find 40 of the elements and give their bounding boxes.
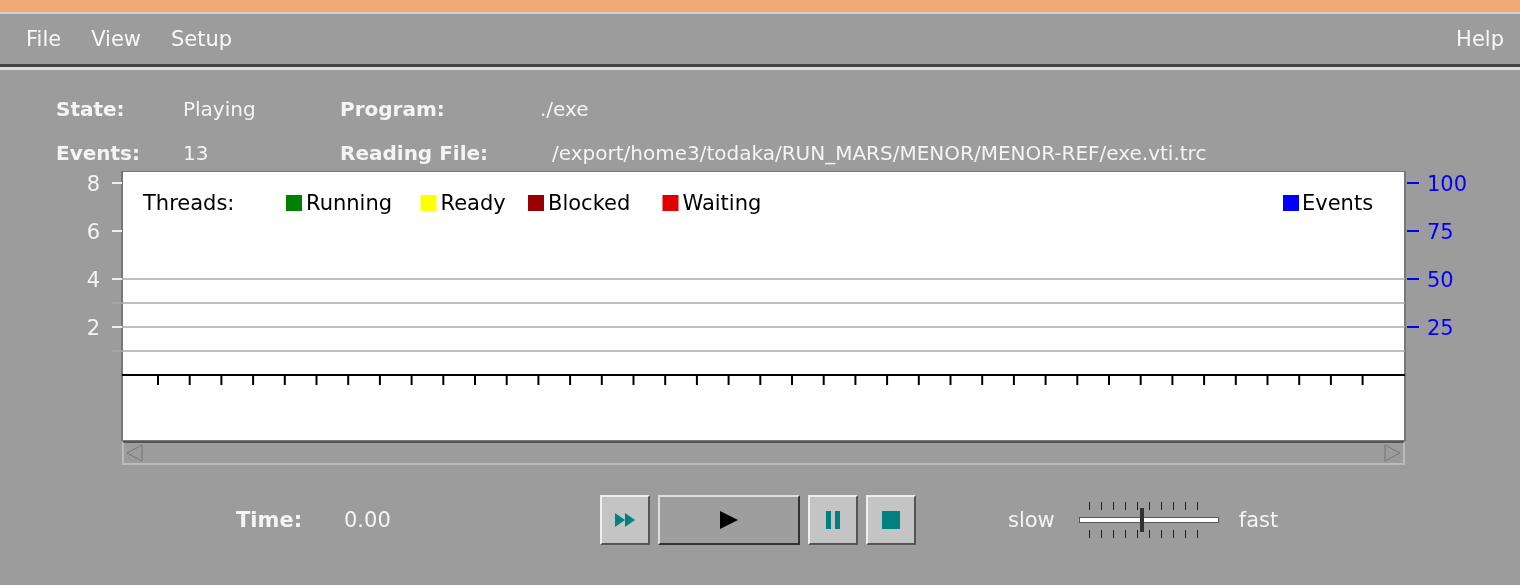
slider-thumb[interactable] xyxy=(1139,508,1144,532)
axis-tick-label: 8 xyxy=(86,172,100,196)
stop-icon xyxy=(882,511,900,529)
legend-label: Ready xyxy=(440,191,506,215)
menu-item[interactable]: Setup xyxy=(171,27,233,51)
field-label: Events: xyxy=(56,141,141,165)
speed-slider[interactable] xyxy=(1078,502,1219,538)
axis-tick-label: 6 xyxy=(86,220,100,244)
field-value: 13 xyxy=(183,141,210,165)
field-value: Playing xyxy=(183,97,257,121)
menu-item[interactable]: View xyxy=(91,27,141,51)
play-button[interactable] xyxy=(658,495,800,545)
field-label: Program: xyxy=(340,97,446,121)
fast-forward-icon xyxy=(614,512,636,528)
field-value: ./exe xyxy=(540,97,590,121)
slider-max-label: fast xyxy=(1238,508,1279,532)
pause-icon xyxy=(825,511,841,529)
axis-tick-label: 100 xyxy=(1427,172,1468,196)
axis-tick-label: 2 xyxy=(86,316,100,340)
stop-button[interactable] xyxy=(866,495,916,545)
legend-title: Threads: xyxy=(143,191,235,215)
field-label: State: xyxy=(56,97,126,121)
menu-item[interactable]: File xyxy=(26,27,62,51)
menu-item[interactable]: Help xyxy=(1456,27,1504,51)
field-value: /export/home3/todaka/RUN_MARS/MENOR/MENOR-REF/exe.vti.trc xyxy=(552,141,1208,165)
legend-label: Events xyxy=(1302,191,1374,215)
pause-button[interactable] xyxy=(808,495,858,545)
fast-forward-button[interactable] xyxy=(600,495,650,545)
axis-tick-label: 4 xyxy=(86,268,100,292)
axis-tick-label: 75 xyxy=(1427,220,1454,244)
field-label: Reading File: xyxy=(340,141,490,165)
legend-label: Running xyxy=(306,191,393,215)
axis-tick-label: 25 xyxy=(1427,316,1454,340)
legend-label: Waiting xyxy=(682,191,762,215)
play-icon xyxy=(719,510,739,530)
slider-min-label: slow xyxy=(1008,508,1055,532)
legend-label: Blocked xyxy=(548,191,631,215)
time-label: Time: xyxy=(236,508,304,532)
time-value: 0.00 xyxy=(344,508,392,532)
axis-tick-label: 50 xyxy=(1427,268,1454,292)
